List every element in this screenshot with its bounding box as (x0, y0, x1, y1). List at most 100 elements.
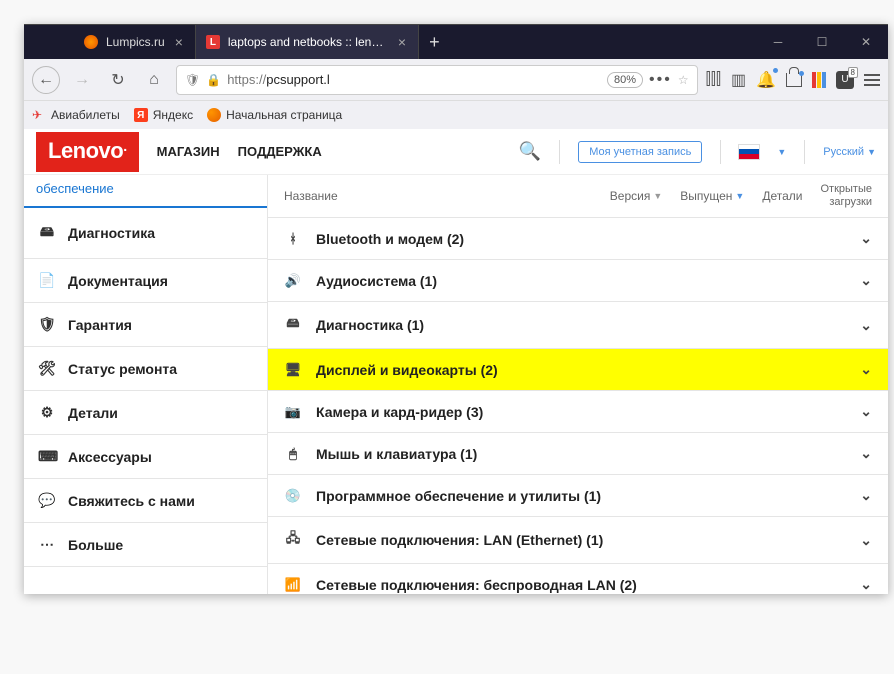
search-icon[interactable]: 🔍 (519, 141, 541, 162)
driver-category-row[interactable]: 🔊 Аудиосистема (1) ⌄ (268, 260, 888, 302)
driver-list: Название Версия▼ Выпущен▼ Детали Открыты… (268, 175, 888, 594)
sidebar-item[interactable]: 🛠Статус ремонта (24, 347, 267, 391)
address-bar[interactable]: 🛡 🔒 https://pcsupport.l 80% ••• ☆ (176, 65, 698, 95)
sidebar-item-label: Детали (68, 405, 118, 421)
sidebar-item-icon: 🛠 (38, 360, 56, 377)
language-selector[interactable]: Русский▼ (823, 146, 876, 158)
tab-title: Lumpics.ru (106, 35, 165, 49)
minimize-button[interactable]: ─ (756, 25, 800, 59)
col-released[interactable]: Выпущен▼ (680, 189, 744, 203)
library-icon[interactable]: ⫿⫿⫿ (706, 71, 721, 89)
reload-button[interactable]: ↻ (104, 66, 132, 94)
sidebar-item[interactable]: 🛡Гарантия (24, 303, 267, 347)
category-icon: 🔊 (284, 273, 302, 289)
category-label: Диагностика (1) (316, 317, 846, 333)
chevron-down-icon: ⌄ (860, 317, 872, 334)
category-icon: 🖥 (284, 362, 302, 378)
chevron-down-icon: ⌄ (860, 576, 872, 593)
nav-shop[interactable]: МАГАЗИН (157, 144, 220, 159)
cart-icon[interactable] (786, 73, 802, 87)
plane-icon: ✈ (32, 108, 46, 122)
sidebar-item[interactable]: ⚙Детали (24, 391, 267, 435)
driver-category-row[interactable]: 📷Камера и кард-ридер (3)⌄ (268, 391, 888, 433)
category-icon: 🖧 (284, 529, 302, 551)
support-sidebar: обеспечение 🖴 Диагностика 📄 Документация 🛡Га… (24, 175, 268, 594)
driver-category-row[interactable]: 🖧 Сетевые подключения: LAN (Ethernet) (1)… (268, 517, 888, 564)
sidebar-item-icon: ⌨ (38, 448, 56, 465)
new-tab-button[interactable]: + (419, 25, 450, 59)
site-header: Lenovo. МАГАЗИН ПОДДЕРЖКА 🔍 Моя учетная … (24, 129, 888, 175)
maximize-button[interactable]: ☐ (800, 25, 844, 59)
chevron-down-icon: ⌄ (860, 487, 872, 504)
sidebar-item-label: Больше (68, 537, 123, 553)
category-icon: 📷 (284, 404, 302, 420)
category-label: Дисплей и видеокарты (2) (316, 362, 846, 378)
app-menu-button[interactable] (864, 74, 880, 86)
firefox-icon (207, 108, 221, 122)
category-label: Сетевые подключения: LAN (Ethernet) (1) (316, 532, 846, 548)
col-downloads: Открытыезагрузки (821, 183, 873, 209)
sidebar-item-label: Свяжитесь с нами (68, 493, 195, 509)
col-details: Детали (762, 189, 802, 203)
chevron-down-icon: ⌄ (860, 403, 872, 420)
forward-button[interactable]: → (68, 66, 96, 94)
sidebar-item[interactable]: ⌨Аксессуары (24, 435, 267, 479)
chevron-down-icon: ⌄ (860, 445, 872, 462)
sidebar-item-icon: ⋯ (38, 536, 56, 553)
tab-title: laptops and netbooks :: lenovo (228, 35, 388, 49)
account-button[interactable]: Моя учетная запись (578, 141, 702, 163)
lenovo-logo[interactable]: Lenovo. (36, 132, 139, 172)
zoom-indicator[interactable]: 80% (607, 72, 643, 88)
category-icon: 📶 (284, 577, 302, 593)
pocket-icon[interactable] (812, 72, 826, 88)
category-label: Аудиосистема (1) (316, 273, 846, 289)
sidebar-item[interactable]: 💬Свяжитесь с нами (24, 479, 267, 523)
home-button[interactable]: ⌂ (140, 66, 168, 94)
sidebar-item-icon: 🛡 (38, 316, 56, 333)
yandex-icon: Я (134, 108, 148, 122)
driver-category-row[interactable]: 🖴Диагностика (1)⌄ (268, 302, 888, 349)
close-tab-icon[interactable]: × (173, 34, 185, 50)
chevron-down-icon: ⌄ (860, 272, 872, 289)
sidebar-item-icon: 🖴 (38, 221, 56, 245)
driver-category-row[interactable]: 🖱 Мышь и клавиатура (1) ⌄ (268, 433, 888, 475)
driver-category-row[interactable]: 📶Сетевые подключения: беспроводная LAN (… (268, 564, 888, 594)
sidebar-icon[interactable]: ▥ (731, 70, 746, 90)
notifications-icon[interactable]: 🔔 (756, 70, 776, 90)
page-actions-icon[interactable]: ••• (649, 71, 672, 89)
col-name: Название (284, 189, 592, 203)
bookmark-item[interactable]: Начальная страница (207, 108, 342, 122)
bookmark-star-icon[interactable]: ☆ (678, 73, 689, 87)
favicon (84, 35, 98, 49)
sidebar-item[interactable]: ⋯ Больше (24, 523, 267, 567)
shield-icon: 🛡 (185, 73, 200, 87)
sidebar-item-label: Документация (68, 273, 168, 289)
nav-support[interactable]: ПОДДЕРЖКА (238, 144, 322, 159)
close-tab-icon[interactable]: × (396, 34, 408, 50)
driver-category-row[interactable]: ᚼBluetooth и модем (2)⌄ (268, 218, 888, 260)
close-window-button[interactable]: ✕ (844, 25, 888, 59)
sidebar-item[interactable]: 🖴 Диагностика (24, 208, 267, 259)
browser-titlebar: Lumpics.ru × L laptops and netbooks :: l… (24, 25, 888, 59)
driver-category-row[interactable]: 💿Программное обеспечение и утилиты (1)⌄ (268, 475, 888, 517)
category-label: Мышь и клавиатура (1) (316, 446, 846, 462)
sidebar-item-icon: 📄 (38, 272, 56, 289)
col-version[interactable]: Версия▼ (610, 189, 662, 203)
category-label: Программное обеспечение и утилиты (1) (316, 488, 846, 504)
category-label: Bluetooth и модем (2) (316, 231, 846, 247)
browser-tab-active[interactable]: L laptops and netbooks :: lenovo × (196, 25, 419, 59)
back-button[interactable]: ← (32, 66, 60, 94)
chevron-down-icon: ⌄ (860, 361, 872, 378)
browser-tab[interactable]: Lumpics.ru × (74, 25, 196, 59)
bookmarks-bar: ✈Авиабилеты ЯЯндекс Начальная страница (24, 101, 888, 129)
sidebar-item-label: Диагностика (68, 225, 155, 241)
country-flag-ru[interactable] (739, 145, 759, 159)
chevron-down-icon: ⌄ (860, 532, 872, 549)
bookmark-item[interactable]: ✈Авиабилеты (32, 108, 120, 122)
category-icon: 🖱 (284, 446, 302, 462)
ublock-icon[interactable]: U8 (836, 71, 854, 89)
sidebar-active-section[interactable]: обеспечение (24, 175, 267, 208)
bookmark-item[interactable]: ЯЯндекс (134, 108, 193, 122)
driver-category-row[interactable]: 🖥 Дисплей и видеокарты (2) ⌄ (268, 349, 888, 391)
sidebar-item[interactable]: 📄 Документация (24, 259, 267, 303)
